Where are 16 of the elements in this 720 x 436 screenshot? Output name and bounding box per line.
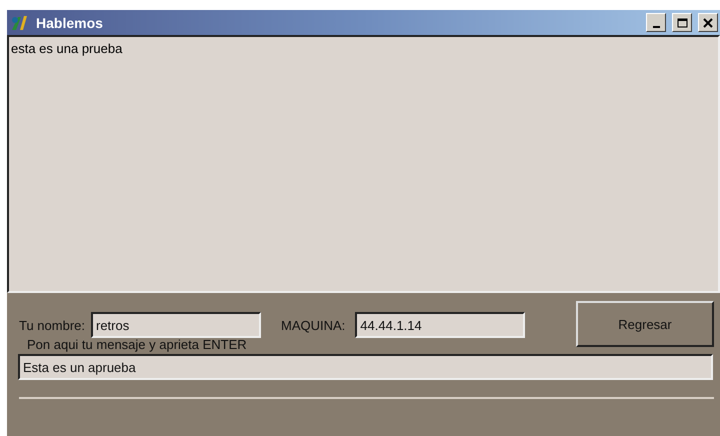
minimize-button[interactable]: [646, 13, 666, 32]
window-title: Hablemos: [36, 14, 104, 30]
app-icon: [10, 14, 30, 32]
machine-label: MAQUINA:: [281, 318, 346, 332]
maximize-button[interactable]: [672, 13, 692, 32]
minimize-icon: [652, 26, 660, 28]
name-label: Tu nombre:: [19, 318, 85, 332]
maximize-icon: [676, 18, 688, 28]
name-field[interactable]: retros: [91, 312, 261, 338]
chat-log: esta es una prueba: [7, 35, 720, 293]
close-button[interactable]: [698, 13, 718, 32]
machine-field[interactable]: 44.44.1.14: [355, 312, 526, 338]
message-hint: Pon aqui tu mensaje y aprieta ENTER: [27, 337, 248, 352]
back-button[interactable]: Regresar: [576, 301, 714, 347]
message-field[interactable]: Esta es un aprueba: [18, 354, 713, 380]
close-icon: [703, 18, 713, 28]
